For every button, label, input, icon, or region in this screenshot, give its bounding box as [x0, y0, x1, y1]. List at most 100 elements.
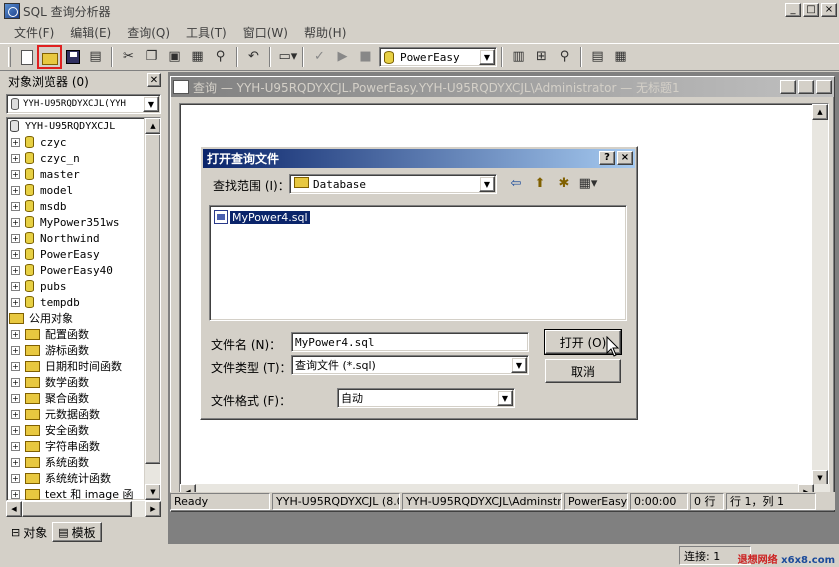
- new-query-button[interactable]: [15, 46, 38, 68]
- tree-database-node[interactable]: + msdb: [7, 198, 160, 214]
- scroll-up-icon[interactable]: ▲: [145, 118, 160, 134]
- execute-button[interactable]: ▶: [331, 46, 354, 68]
- expand-icon[interactable]: +: [11, 169, 20, 179]
- menu-tools[interactable]: 工具(T): [178, 24, 235, 41]
- menu-window[interactable]: 窗口(W): [235, 24, 296, 41]
- tree-database-node[interactable]: + model: [7, 182, 160, 198]
- open-file-button[interactable]: [37, 45, 62, 69]
- filename-field[interactable]: MyPower4.sql: [291, 332, 529, 352]
- results-grid-button[interactable]: ▭▾: [275, 46, 298, 68]
- tree-function-node[interactable]: + 聚合函数: [7, 390, 160, 406]
- scroll-right-icon[interactable]: ▶: [145, 501, 161, 517]
- tree-function-node[interactable]: + 游标函数: [7, 342, 160, 358]
- close-icon[interactable]: ✕: [147, 73, 161, 87]
- menu-help[interactable]: 帮助(H): [296, 24, 354, 41]
- expand-icon[interactable]: +: [11, 473, 20, 483]
- tree-vertical-scrollbar[interactable]: ▲ ▼: [144, 118, 160, 500]
- tree-function-node[interactable]: + text 和 image 函: [7, 486, 160, 500]
- scroll-thumb[interactable]: [22, 501, 132, 517]
- show-plan-button[interactable]: ⊞: [530, 46, 553, 68]
- help-button[interactable]: ?: [599, 151, 615, 165]
- expand-icon[interactable]: +: [11, 441, 20, 451]
- menu-query[interactable]: 查询(Q): [119, 24, 178, 41]
- tree-function-node[interactable]: + 日期和时间函数: [7, 358, 160, 374]
- tree-database-node[interactable]: + PowerEasy: [7, 246, 160, 262]
- chevron-down-icon[interactable]: ▼: [143, 96, 159, 112]
- maximize-button[interactable]: □: [803, 3, 819, 17]
- tree-function-node[interactable]: + 配置函数: [7, 326, 160, 342]
- menu-edit[interactable]: 编辑(E): [62, 24, 119, 41]
- expand-icon[interactable]: +: [11, 345, 20, 355]
- tree-database-node[interactable]: + master: [7, 166, 160, 182]
- expand-icon[interactable]: +: [11, 233, 20, 243]
- look-in-select[interactable]: Database ▼: [289, 174, 497, 194]
- expand-icon[interactable]: +: [11, 137, 20, 147]
- parse-button[interactable]: ✓: [308, 46, 331, 68]
- expand-icon[interactable]: +: [11, 297, 20, 307]
- chevron-down-icon[interactable]: ▼: [497, 390, 513, 406]
- tree-database-node[interactable]: + czyc_n: [7, 150, 160, 166]
- object-tree[interactable]: YYH-U95RQDYXCJL + czyc + czyc_n + master + m…: [6, 117, 161, 501]
- expand-icon[interactable]: +: [11, 329, 20, 339]
- tree-function-node[interactable]: + 系统统计函数: [7, 470, 160, 486]
- load-script-button[interactable]: ▤: [84, 46, 107, 68]
- expand-icon[interactable]: +: [11, 217, 20, 227]
- grid-button[interactable]: ▦: [609, 46, 632, 68]
- properties-button[interactable]: ▤: [586, 46, 609, 68]
- tree-function-node[interactable]: + 系统函数: [7, 454, 160, 470]
- expand-icon[interactable]: +: [11, 265, 20, 275]
- cut-button[interactable]: ✂: [117, 46, 140, 68]
- tree-function-node[interactable]: + 字符串函数: [7, 438, 160, 454]
- close-button[interactable]: ×: [821, 3, 837, 17]
- up-folder-icon[interactable]: ⬆: [531, 175, 549, 191]
- scroll-thumb[interactable]: [145, 134, 160, 464]
- minimize-button[interactable]: _: [785, 3, 801, 17]
- tree-database-node[interactable]: + tempdb: [7, 294, 160, 310]
- editor-vertical-scrollbar[interactable]: ▲ ▼: [812, 104, 828, 486]
- query-maximize-button[interactable]: □: [798, 80, 814, 94]
- scroll-up-icon[interactable]: ▲: [812, 104, 828, 120]
- server-select[interactable]: YYH-U95RQDYXCJL(YYH ▼: [6, 94, 161, 114]
- chevron-down-icon[interactable]: ▼: [511, 357, 527, 373]
- copy-button[interactable]: ❐: [140, 46, 163, 68]
- new-folder-icon[interactable]: ✱: [555, 175, 573, 191]
- tree-database-node[interactable]: + MyPower351ws: [7, 214, 160, 230]
- expand-icon[interactable]: +: [11, 489, 20, 499]
- tree-database-node[interactable]: + Northwind: [7, 230, 160, 246]
- save-button[interactable]: [61, 46, 84, 68]
- tree-function-node[interactable]: + 元数据函数: [7, 406, 160, 422]
- file-item[interactable]: MyPower4.sql: [214, 209, 311, 225]
- toolbar-grip[interactable]: [8, 47, 11, 67]
- query-close-button[interactable]: ×: [816, 80, 832, 94]
- expand-icon[interactable]: +: [11, 249, 20, 259]
- tree-function-node[interactable]: + 数学函数: [7, 374, 160, 390]
- clear-button[interactable]: ▦: [186, 46, 209, 68]
- expand-icon[interactable]: +: [11, 425, 20, 435]
- undo-button[interactable]: ↶: [242, 46, 265, 68]
- scroll-left-icon[interactable]: ◀: [6, 501, 22, 517]
- expand-icon[interactable]: +: [11, 409, 20, 419]
- find-button[interactable]: ⚲: [209, 46, 232, 68]
- expand-icon[interactable]: +: [11, 153, 20, 163]
- index-tuning-button[interactable]: ⚲: [553, 46, 576, 68]
- file-list[interactable]: MyPower4.sql: [209, 205, 627, 321]
- stop-button[interactable]: ■: [354, 46, 377, 68]
- scroll-down-icon[interactable]: ▼: [145, 484, 160, 500]
- tree-database-node[interactable]: + PowerEasy40: [7, 262, 160, 278]
- filetype-select[interactable]: 查询文件 (*.sql) ▼: [291, 355, 529, 375]
- tree-database-node[interactable]: + pubs: [7, 278, 160, 294]
- chevron-down-icon[interactable]: ▼: [479, 176, 495, 192]
- query-minimize-button[interactable]: _: [780, 80, 796, 94]
- tree-horizontal-scrollbar[interactable]: ◀ ▶: [6, 501, 161, 517]
- dialog-close-button[interactable]: ×: [617, 151, 633, 165]
- chevron-down-icon[interactable]: ▼: [479, 49, 495, 65]
- cancel-button[interactable]: 取消: [545, 359, 621, 383]
- menu-file[interactable]: 文件(F): [6, 24, 62, 41]
- tab-templates[interactable]: ▤ 模板: [52, 522, 102, 542]
- expand-icon[interactable]: +: [11, 361, 20, 371]
- back-icon[interactable]: ⇦: [507, 175, 525, 191]
- view-menu-icon[interactable]: ▦▾: [579, 175, 598, 191]
- tab-objects[interactable]: ⊟ 对象: [6, 522, 52, 542]
- database-select[interactable]: PowerEasy ▼: [379, 47, 497, 67]
- expand-icon[interactable]: +: [11, 185, 20, 195]
